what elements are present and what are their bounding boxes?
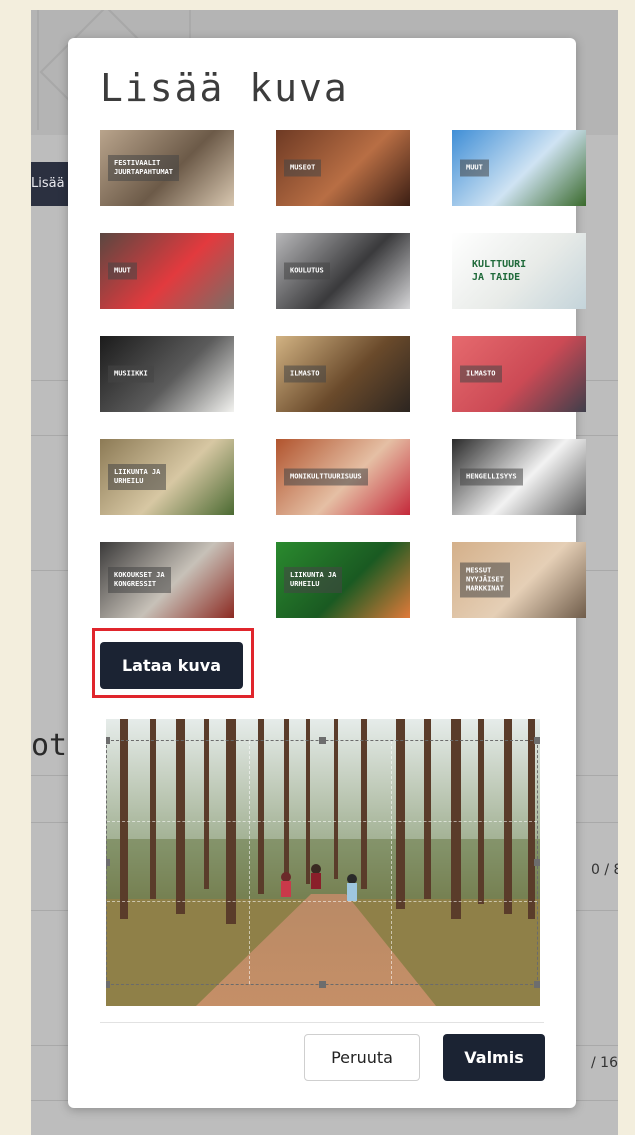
crop-handle-bottom-left[interactable] xyxy=(106,981,110,988)
image-gallery: FESTIVAALIT JUURTAPAHTUMAT MUSEOT MUUT MUUT… xyxy=(100,130,586,618)
crop-handle-left[interactable] xyxy=(106,859,110,866)
crop-guide xyxy=(248,741,250,984)
gallery-tile[interactable]: KOULUTUS xyxy=(276,233,410,309)
gallery-tile-label: MUSEOT xyxy=(284,159,322,177)
crop-handle-bottom-right[interactable] xyxy=(534,981,540,988)
gallery-tile-label: ILMASTO xyxy=(284,365,326,383)
crop-handle-top-right[interactable] xyxy=(534,737,540,744)
gallery-tile[interactable]: MUUT xyxy=(452,130,586,206)
done-button[interactable]: Valmis xyxy=(443,1034,545,1081)
gallery-tile[interactable]: MONIKULTTUURISUUS xyxy=(276,439,410,515)
gallery-tile[interactable]: LIIKUNTA JA URHEILU xyxy=(276,542,410,618)
gallery-tile[interactable]: MUSIIKKI xyxy=(100,336,234,412)
background-counter: 0 / 8 xyxy=(591,862,618,878)
gallery-tile-label: LIIKUNTA JA URHEILU xyxy=(284,567,343,593)
crop-handle-top-left[interactable] xyxy=(106,737,110,744)
crop-guide xyxy=(107,821,537,823)
gallery-tile-label: MUUT xyxy=(108,262,137,280)
background-counter: / 16 xyxy=(591,1055,618,1071)
cancel-button[interactable]: Peruuta xyxy=(304,1034,420,1081)
gallery-tile-label: KOKOUKSET JA KONGRESSIT xyxy=(108,567,171,593)
crop-handle-top[interactable] xyxy=(319,737,326,744)
gallery-tile[interactable]: KOKOUKSET JA KONGRESSIT xyxy=(100,542,234,618)
background-heading: ot xyxy=(31,728,68,763)
crop-guide xyxy=(107,901,537,903)
gallery-tile-label: KULTTUURI JA TAIDE xyxy=(472,259,527,283)
add-image-dialog: Lisää kuva FESTIVAALIT JUURTAPAHTUMAT MUS… xyxy=(68,38,586,1108)
gallery-tile[interactable]: KULTTUURI JA TAIDE xyxy=(452,233,586,309)
crop-selection-frame[interactable] xyxy=(106,737,540,988)
crop-handle-right[interactable] xyxy=(534,859,540,866)
gallery-tile-label: FESTIVAALIT JUURTAPAHTUMAT xyxy=(108,155,180,181)
gallery-tile-label: LIIKUNTA JA URHEILU xyxy=(108,464,167,490)
gallery-tile[interactable]: HENGELLISYYS xyxy=(452,439,586,515)
gallery-tile[interactable]: MESSUT NYYJÄISET MARKKINAT xyxy=(452,542,586,618)
gallery-tile[interactable]: MUSEOT xyxy=(276,130,410,206)
gallery-tile-label: MESSUT NYYJÄISET MARKKINAT xyxy=(460,562,510,598)
crop-handle-bottom[interactable] xyxy=(319,981,326,988)
gallery-tile-label: KOULUTUS xyxy=(284,262,330,280)
gallery-tile[interactable]: FESTIVAALIT JUURTAPAHTUMAT xyxy=(100,130,234,206)
dialog-title: Lisää kuva xyxy=(100,66,349,110)
gallery-tile[interactable]: LIIKUNTA JA URHEILU xyxy=(100,439,234,515)
gallery-tile[interactable]: ILMASTO xyxy=(452,336,586,412)
image-crop-area[interactable] xyxy=(106,719,540,1006)
gallery-tile[interactable]: MUUT xyxy=(100,233,234,309)
footer-divider xyxy=(100,1022,544,1023)
gallery-tile[interactable]: ILMASTO xyxy=(276,336,410,412)
gallery-tile-label: ILMASTO xyxy=(460,365,502,383)
gallery-tile-label: MONIKULTTUURISUUS xyxy=(284,468,368,486)
gallery-tile-label: MUUT xyxy=(460,159,489,177)
background-chip: Lisää xyxy=(31,162,71,206)
upload-image-button[interactable]: Lataa kuva xyxy=(100,642,243,689)
crop-guide xyxy=(390,741,392,984)
gallery-tile-label: MUSIIKKI xyxy=(108,365,154,383)
gallery-tile-label: HENGELLISYYS xyxy=(460,468,523,486)
